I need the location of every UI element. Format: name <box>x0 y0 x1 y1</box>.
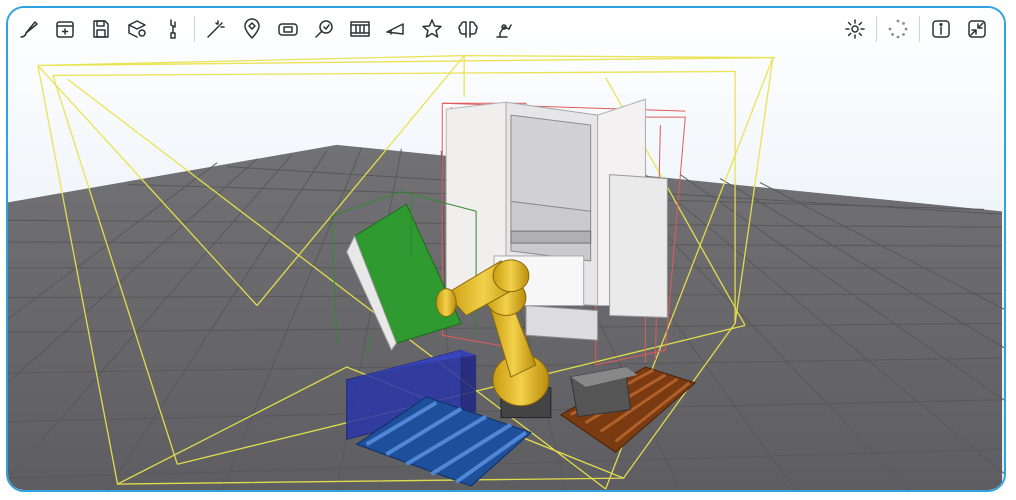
inspect-icon[interactable] <box>309 15 339 43</box>
robot-arm-icon[interactable] <box>489 15 519 43</box>
add-file-icon[interactable] <box>50 15 80 43</box>
star-icon[interactable] <box>417 15 447 43</box>
toolbar-separator <box>919 16 920 42</box>
toolbar <box>8 8 1004 48</box>
3d-viewport[interactable] <box>8 8 1004 490</box>
collapse-icon[interactable] <box>962 15 992 43</box>
save-icon[interactable] <box>86 15 116 43</box>
app-frame <box>6 6 1006 492</box>
toolbar-left <box>14 15 525 43</box>
wrench-icon[interactable] <box>158 15 188 43</box>
toolbar-right <box>840 15 998 43</box>
location-pin-icon[interactable] <box>237 15 267 43</box>
loading-spinner-icon <box>883 15 913 43</box>
horn-icon[interactable] <box>381 15 411 43</box>
teach-pendant-icon[interactable] <box>273 15 303 43</box>
object-settings-icon[interactable] <box>122 15 152 43</box>
magic-wand-icon[interactable] <box>201 15 231 43</box>
settings-icon[interactable] <box>840 15 870 43</box>
brush-icon[interactable] <box>14 15 44 43</box>
toolbar-separator <box>876 16 877 42</box>
film-strip-icon[interactable] <box>345 15 375 43</box>
toolbar-separator <box>194 16 195 42</box>
brain-icon[interactable] <box>453 15 483 43</box>
info-icon[interactable] <box>926 15 956 43</box>
